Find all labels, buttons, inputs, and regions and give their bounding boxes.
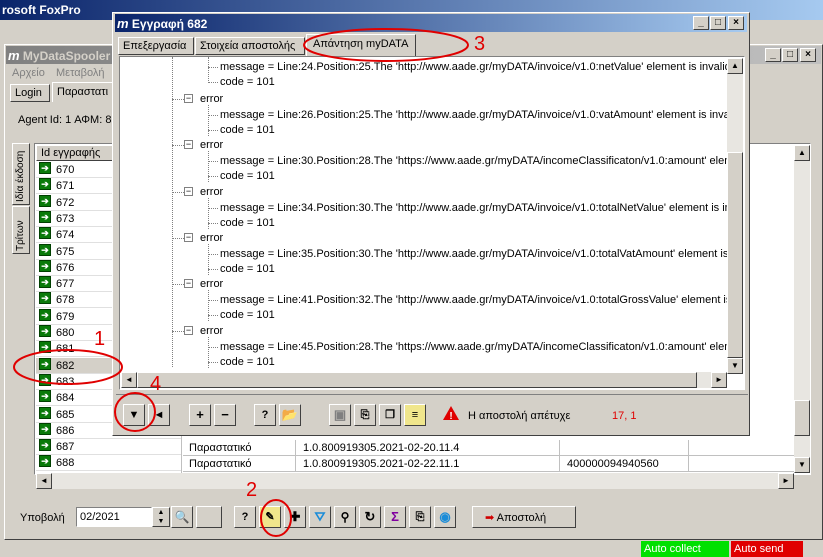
annotation-overlay: [13, 28, 469, 537]
annotation-label-1: 1: [94, 328, 106, 350]
annotation-circle-3: [303, 28, 469, 62]
annotation-circle-4: [114, 392, 156, 432]
annotation-circle-1: [13, 349, 123, 385]
annotation-label-3: 3: [474, 33, 486, 55]
annotation-circle-2: [260, 499, 292, 537]
annotation-label-2: 2: [246, 479, 258, 501]
annotation-label-4: 4: [150, 373, 162, 395]
